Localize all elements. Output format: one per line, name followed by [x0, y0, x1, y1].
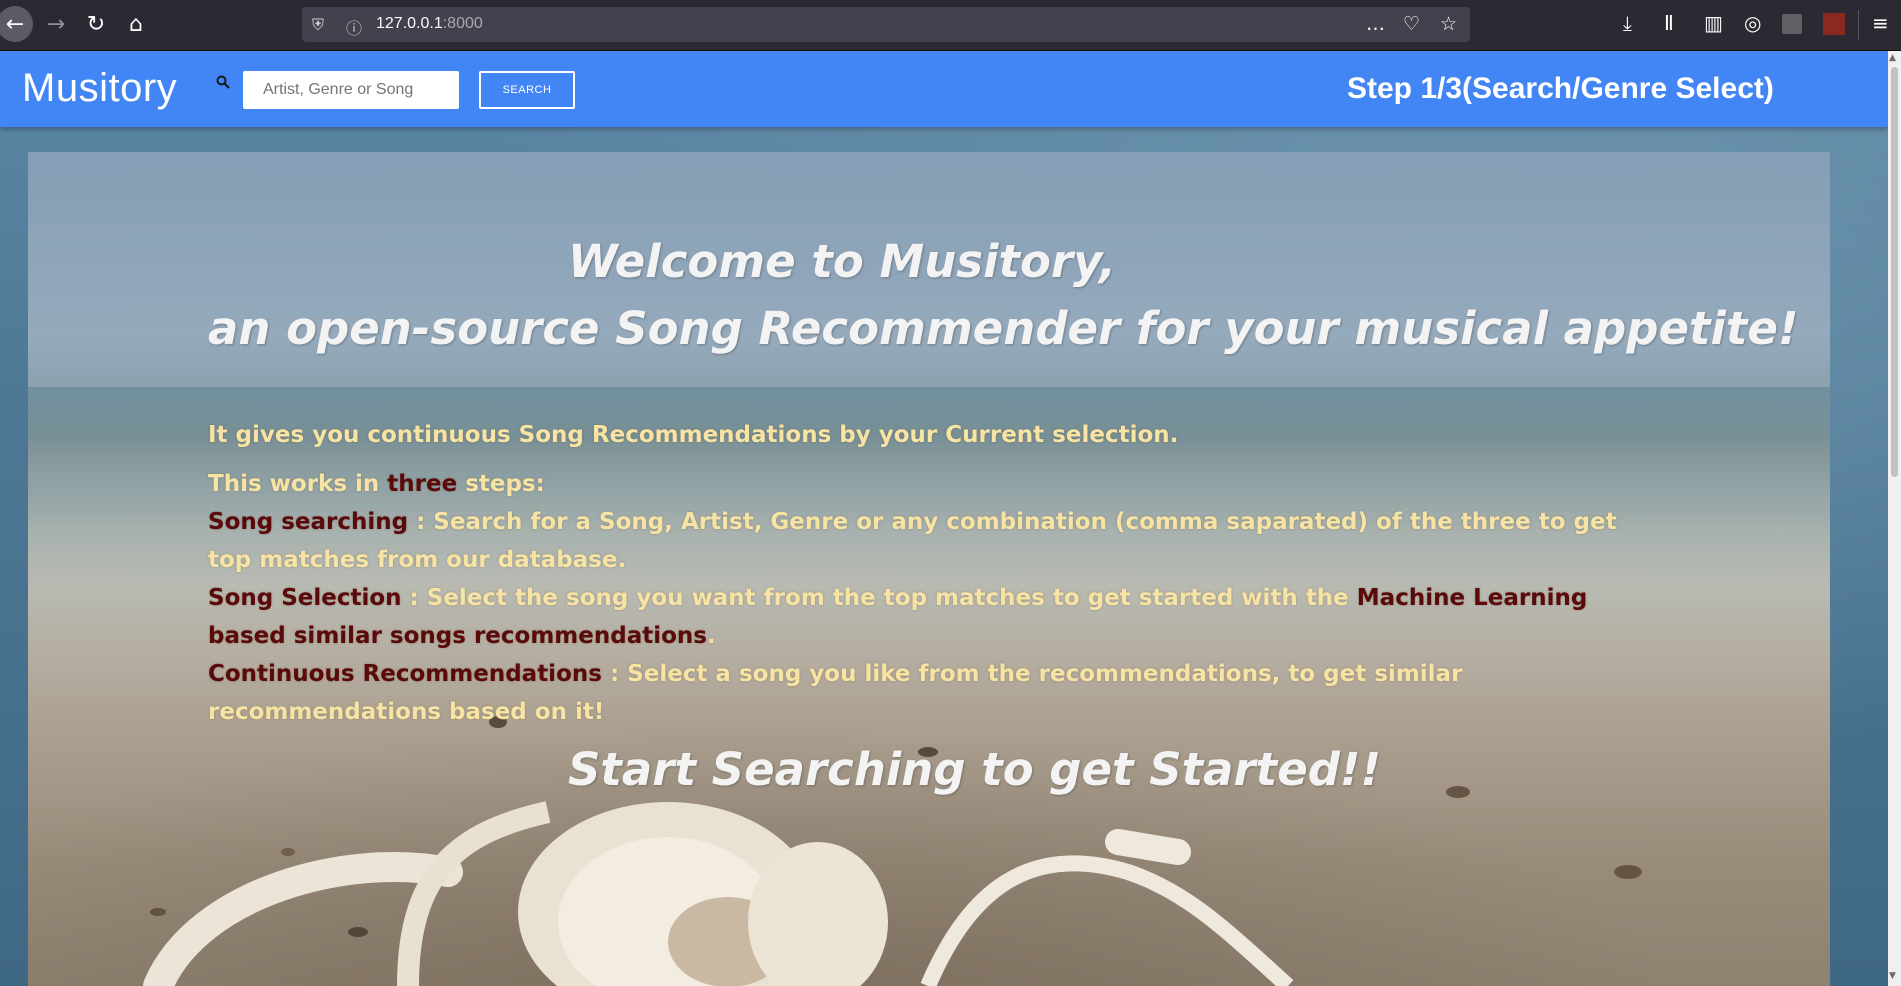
app-navbar: Musitory SEARCH Step 1/3(Search/Genre Se…	[0, 51, 1888, 127]
url-text[interactable]: 127.0.0.1:8000	[376, 15, 483, 33]
scroll-up-arrow-icon[interactable]: ▲	[1889, 53, 1896, 63]
tracking-protection-shield-icon[interactable]: ⛨	[312, 15, 324, 35]
scroll-down-arrow-icon[interactable]: ▼	[1889, 971, 1896, 981]
back-arrow-icon[interactable]: ←	[0, 6, 33, 42]
steps-intro: This works in three steps:	[208, 465, 1648, 503]
welcome-heading-line2: an open-source Song Recommender for your…	[208, 302, 1799, 355]
step-1-text: : Search for a Song, Artist, Genre or an…	[208, 509, 1617, 573]
search-button[interactable]: SEARCH	[479, 71, 575, 109]
steps-description: This works in three steps: Song searchin…	[208, 465, 1648, 731]
scrollbar-thumb[interactable]	[1891, 67, 1898, 477]
step-2-text: : Select the song you want from the top …	[401, 585, 1357, 611]
cors-extension-icon[interactable]	[1823, 13, 1845, 35]
step-2: Song Selection : Select the song you wan…	[208, 579, 1648, 655]
intro-text: It gives you continuous Song Recommendat…	[208, 422, 1179, 448]
library-icon[interactable]: Ⅱ	[1664, 11, 1674, 35]
steps-intro-highlight: three	[387, 471, 458, 497]
pocket-icon[interactable]: ♡	[1403, 13, 1420, 35]
step-3-label: Continuous Recommendations	[208, 661, 602, 687]
search-input[interactable]	[243, 71, 459, 109]
sidebar-icon[interactable]: ▥	[1704, 11, 1723, 35]
step-3: Continuous Recommendations : Select a so…	[208, 655, 1648, 731]
account-icon[interactable]: ◎	[1744, 11, 1761, 35]
hamburger-menu-icon[interactable]: ≡	[1872, 11, 1889, 35]
page-scrollbar[interactable]: ▲ ▼	[1888, 51, 1901, 986]
browser-toolbar: ← → ↻ ⌂ ⛨ ⓘ 127.0.0.1:8000 … ♡ ☆ ⤓ Ⅱ ▥ ◎…	[0, 0, 1901, 51]
page-viewport: Musitory SEARCH Step 1/3(Search/Genre Se…	[0, 51, 1888, 986]
bookmark-star-icon[interactable]: ☆	[1440, 13, 1457, 35]
extension-icon[interactable]	[1782, 14, 1802, 34]
brand-logo[interactable]: Musitory	[22, 66, 177, 111]
hero-card: Welcome to Musitory, an open-source Song…	[28, 152, 1830, 986]
step-1: Song searching : Search for a Song, Arti…	[208, 503, 1648, 579]
step-2-label: Song Selection	[208, 585, 402, 611]
download-icon[interactable]: ⤓	[1623, 11, 1632, 35]
more-actions-icon[interactable]: …	[1366, 13, 1385, 35]
search-icon	[216, 75, 230, 93]
url-port: :8000	[442, 15, 483, 32]
toolbar-divider	[1858, 10, 1859, 40]
steps-intro-suffix: steps:	[457, 471, 545, 497]
url-host: 127.0.0.1	[376, 15, 443, 32]
home-icon[interactable]: ⌂	[118, 6, 154, 42]
forward-arrow-icon[interactable]: →	[38, 6, 74, 42]
step-2-end: .	[706, 623, 716, 649]
step-indicator: Step 1/3(Search/Genre Select)	[1347, 72, 1774, 105]
welcome-heading-line1: Welcome to Musitory,	[568, 235, 1117, 288]
reload-icon[interactable]: ↻	[78, 6, 114, 42]
address-bar[interactable]: ⛨ ⓘ 127.0.0.1:8000 … ♡ ☆	[302, 7, 1470, 42]
start-searching-heading: Start Searching to get Started!!	[568, 743, 1381, 796]
step-1-label: Song searching	[208, 509, 409, 535]
steps-intro-prefix: This works in	[208, 471, 388, 497]
site-info-icon[interactable]: ⓘ	[346, 15, 362, 39]
